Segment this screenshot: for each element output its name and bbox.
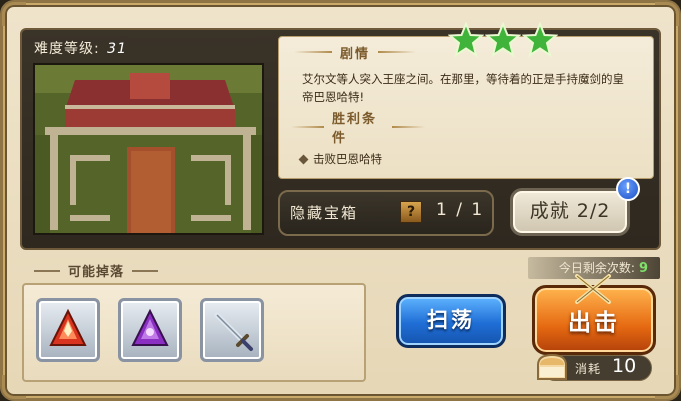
diamond-bullet-icon	[298, 154, 309, 165]
sweep-button[interactable]: 扫荡	[396, 294, 506, 348]
victory-condition-text: 击败巴恩哈特	[313, 152, 382, 166]
purple-crystal-icon	[131, 308, 169, 346]
victory-heading-text: 胜利条件	[331, 112, 377, 146]
achievement-button[interactable]: 成就 2/2	[510, 188, 630, 236]
stage-map-thumbnail	[33, 63, 264, 235]
star-icon	[522, 22, 558, 58]
daily-remaining-value: 9	[638, 261, 648, 276]
drop-item-purple-crystal[interactable]	[118, 298, 182, 362]
drops-heading-text: 可能掉落	[68, 265, 125, 280]
difficulty-value: 31	[107, 41, 127, 57]
victory-condition: 击败巴恩哈特	[298, 151, 382, 167]
drop-item-red-crystal[interactable]	[36, 298, 100, 362]
difficulty-label: 难度等级:	[34, 41, 100, 57]
drops-heading: 可能掉落	[26, 261, 166, 280]
star-icon	[485, 22, 521, 58]
difficulty-level: 难度等级: 31	[34, 38, 127, 58]
star-icon	[448, 22, 484, 58]
frame-corner	[655, 2, 679, 26]
daily-remaining-label: 今日剩余次数:	[558, 261, 635, 275]
cost-value: 10	[612, 355, 637, 377]
sword-icon	[214, 312, 253, 351]
crossed-swords-icon	[575, 274, 611, 304]
frame-corner	[655, 375, 679, 399]
hidden-chest-label: 隐藏宝箱	[290, 204, 359, 222]
story-heading-text: 剧情	[339, 46, 370, 62]
victory-heading: 胜利条件	[283, 112, 433, 146]
alert-badge-icon: !	[616, 177, 640, 201]
red-crystal-icon	[49, 308, 87, 346]
hidden-chest-count: 1 / 1	[436, 200, 485, 220]
cost-label: 消耗	[575, 362, 602, 376]
story-text: 艾尔文等人突入王座之间。在那里，等待着的正是手持魔剑的皇帝巴恩哈特!	[302, 72, 624, 104]
question-chest-icon: ?	[400, 201, 422, 223]
bread-icon	[537, 353, 567, 380]
story-heading: 剧情	[280, 42, 430, 62]
stage-star-rating	[448, 22, 558, 58]
frame-corner	[2, 2, 26, 26]
drop-item-sword[interactable]	[200, 298, 264, 362]
